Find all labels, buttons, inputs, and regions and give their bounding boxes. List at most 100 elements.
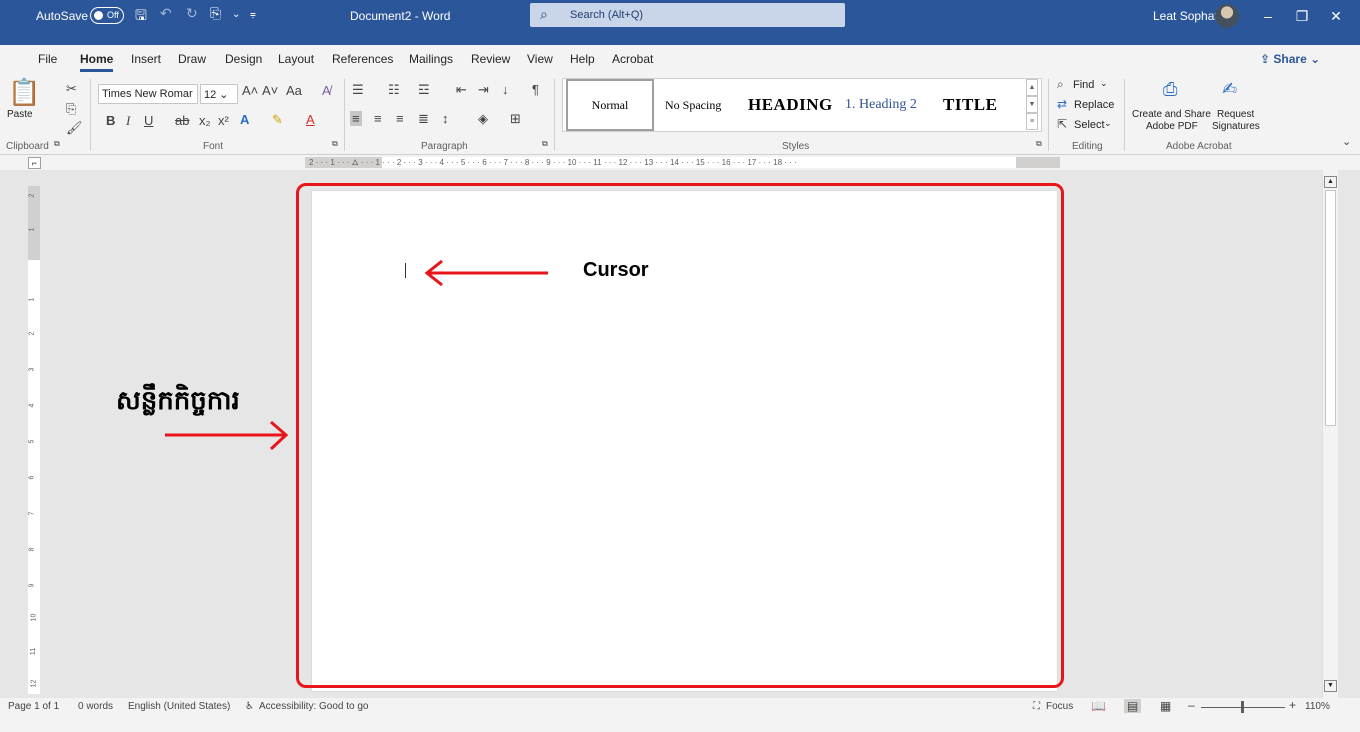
underline-icon[interactable]: U xyxy=(144,113,153,128)
grow-font-icon[interactable]: A˄ xyxy=(242,83,258,98)
shrink-font-icon[interactable]: A˅ xyxy=(262,83,278,98)
font-color-icon[interactable]: A xyxy=(306,112,315,127)
copy-icon[interactable]: ⎘ xyxy=(66,101,76,117)
justify-icon[interactable]: ≣ xyxy=(418,111,429,127)
undo-icon[interactable]: ↶ xyxy=(160,5,172,22)
italic-icon[interactable]: I xyxy=(126,113,130,129)
zoom-thumb[interactable] xyxy=(1241,701,1244,713)
zoom-out-icon[interactable]: – xyxy=(1188,698,1195,712)
sort-icon[interactable]: ↓ xyxy=(502,82,509,97)
styles-scroll-up-icon[interactable]: ▲ xyxy=(1026,79,1038,96)
styles-scroll-down-icon[interactable]: ▼ xyxy=(1026,96,1038,113)
scroll-up-icon[interactable]: ▲ xyxy=(1324,176,1337,188)
font-size-select[interactable]: 12 ⌄ xyxy=(200,84,238,104)
language-status[interactable]: English (United States) xyxy=(128,701,230,712)
tab-mailings[interactable]: Mailings xyxy=(409,52,453,66)
cut-icon[interactable]: ✂ xyxy=(66,81,77,97)
avatar[interactable] xyxy=(1215,4,1239,28)
tab-layout[interactable]: Layout xyxy=(278,52,314,66)
subscript-icon[interactable]: x₂ xyxy=(199,113,211,128)
format-painter-icon[interactable]: 🖌 xyxy=(66,120,83,136)
tab-insert[interactable]: Insert xyxy=(131,52,161,66)
print-layout-icon[interactable]: ▤ xyxy=(1124,699,1142,713)
tab-home[interactable]: Home xyxy=(80,52,114,72)
shading-icon[interactable]: ◈ xyxy=(478,111,488,127)
tab-draw[interactable]: Draw xyxy=(178,52,206,66)
tab-design[interactable]: Design xyxy=(225,52,262,66)
bullets-icon[interactable]: ☰ xyxy=(352,82,364,98)
align-center-icon[interactable]: ≡ xyxy=(374,111,382,126)
vertical-scrollbar[interactable]: ▲ ▼ xyxy=(1322,170,1338,698)
word-count[interactable]: 0 words xyxy=(78,701,113,712)
create-share-label-1[interactable]: Create and Share xyxy=(1132,109,1211,120)
focus-button[interactable]: Focus xyxy=(1046,701,1073,712)
text-effects-icon[interactable]: A xyxy=(240,112,249,127)
customize-qat-icon[interactable]: ⩦ xyxy=(250,9,256,20)
qat-dropdown-icon[interactable]: ⌄ xyxy=(232,9,240,20)
align-right-icon[interactable]: ≡ xyxy=(396,111,404,126)
numbering-icon[interactable]: ☷ xyxy=(388,82,400,98)
clear-formatting-icon[interactable]: A̸ xyxy=(322,83,331,98)
zoom-in-icon[interactable]: + xyxy=(1289,698,1296,712)
decrease-indent-icon[interactable]: ⇤ xyxy=(456,82,467,98)
tab-acrobat[interactable]: Acrobat xyxy=(612,52,653,66)
close-icon[interactable]: ✕ xyxy=(1316,4,1356,28)
style-normal[interactable]: Normal xyxy=(566,79,654,131)
collapse-ribbon-icon[interactable]: ⌄ xyxy=(1342,135,1351,148)
replace-label[interactable]: Replace xyxy=(1074,99,1114,111)
tab-view[interactable]: View xyxy=(527,52,553,66)
save-icon[interactable]: 🖫 xyxy=(135,5,147,29)
style-heading-2[interactable]: 1. Heading 2 xyxy=(845,79,917,131)
accessibility-status[interactable]: Accessibility: Good to go xyxy=(259,701,369,712)
superscript-icon[interactable]: x² xyxy=(218,113,229,128)
horizontal-ruler[interactable]: 2 · · · 1 · · · 🜂 · · · 1 · · · 2 · · · … xyxy=(305,157,1060,168)
tab-selector-icon[interactable]: ⌐ xyxy=(28,157,41,169)
find-dropdown-icon[interactable]: ⌄ xyxy=(1100,78,1108,89)
clipboard-launcher-icon[interactable]: ⧉ xyxy=(54,139,60,149)
change-case-icon[interactable]: Aa xyxy=(286,83,302,98)
request-label-1[interactable]: Request xyxy=(1217,109,1254,120)
redo-icon[interactable]: ↻ xyxy=(186,5,198,22)
style-heading-1[interactable]: HEADING xyxy=(748,79,833,131)
line-spacing-icon[interactable]: ↕ xyxy=(442,111,449,126)
font-launcher-icon[interactable]: ⧉ xyxy=(332,139,338,149)
zoom-level[interactable]: 110% xyxy=(1305,701,1330,712)
share-button[interactable]: ⇪ Share ⌄ xyxy=(1260,52,1320,66)
show-marks-icon[interactable]: ¶ xyxy=(532,82,539,97)
select-dropdown-icon[interactable]: ⌄ xyxy=(1104,118,1112,129)
web-layout-icon[interactable]: ▦ xyxy=(1160,699,1171,713)
find-icon[interactable]: ⌕ xyxy=(1057,77,1064,92)
styles-launcher-icon[interactable]: ⧉ xyxy=(1036,139,1042,149)
scroll-thumb[interactable] xyxy=(1325,190,1336,426)
tab-file[interactable]: File xyxy=(38,52,57,66)
paste-icon[interactable]: 📋 xyxy=(8,77,40,108)
autosave-toggle[interactable]: Off xyxy=(90,7,124,24)
strikethrough-icon[interactable]: ab xyxy=(175,113,189,128)
tab-review[interactable]: Review xyxy=(471,52,510,66)
font-name-select[interactable]: Times New Romar xyxy=(98,84,198,104)
select-icon[interactable]: ⇱ xyxy=(1057,117,1067,131)
select-label[interactable]: Select xyxy=(1074,119,1105,131)
bold-icon[interactable]: B xyxy=(106,113,115,128)
style-no-spacing[interactable]: No Spacing xyxy=(665,79,721,131)
vertical-ruler[interactable]: 2 1 1 2 3 4 5 6 7 8 9 10 11 12 xyxy=(28,186,40,694)
style-title[interactable]: TITLE xyxy=(943,79,997,131)
find-label[interactable]: Find xyxy=(1073,79,1094,91)
tab-help[interactable]: Help xyxy=(570,52,595,66)
search-box[interactable]: ⌕ Search (Alt+Q) xyxy=(530,3,845,27)
request-signatures-icon[interactable]: ✍ xyxy=(1222,79,1237,100)
request-label-2[interactable]: Signatures xyxy=(1212,121,1260,132)
align-left-icon[interactable]: ≡ xyxy=(350,111,362,126)
page-count[interactable]: Page 1 of 1 xyxy=(8,701,59,712)
styles-more-icon[interactable]: ≡ xyxy=(1026,113,1038,130)
paragraph-launcher-icon[interactable]: ⧉ xyxy=(542,139,548,149)
create-pdf-icon[interactable]: ⎙ xyxy=(1163,79,1177,100)
highlight-icon[interactable]: ✎ xyxy=(272,112,283,128)
replace-icon[interactable]: ⇄ xyxy=(1057,97,1067,111)
format-painter-qat-icon[interactable]: ⎘ xyxy=(210,5,221,22)
read-mode-icon[interactable]: 📖 xyxy=(1091,699,1106,713)
paste-label[interactable]: Paste xyxy=(7,109,33,120)
user-name[interactable]: Leat Sophat xyxy=(1153,9,1218,23)
borders-icon[interactable]: ⊞ xyxy=(510,111,521,127)
create-share-label-2[interactable]: Adobe PDF xyxy=(1146,121,1198,132)
